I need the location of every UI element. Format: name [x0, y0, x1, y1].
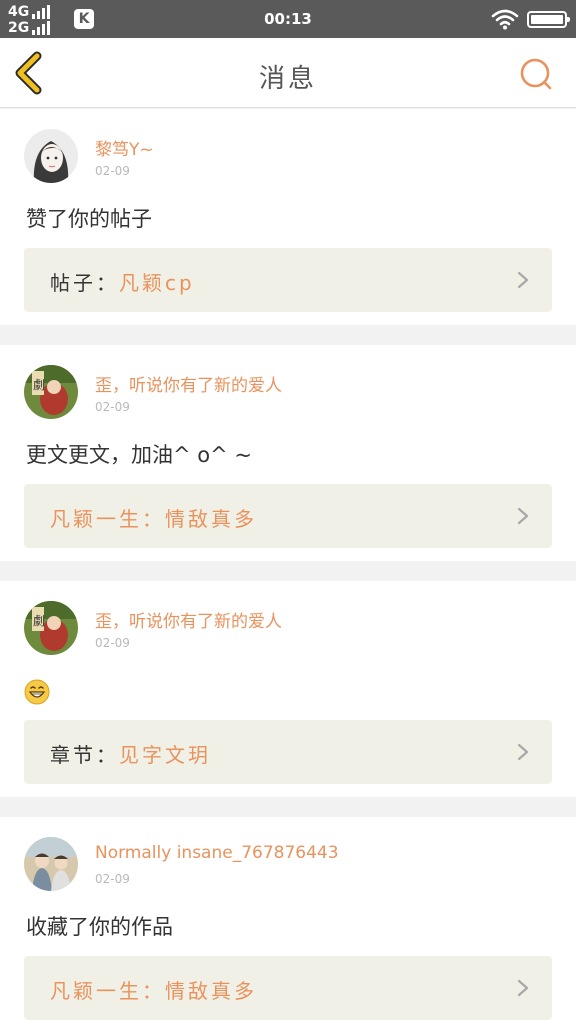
notification-message: 收藏了你的作品 — [26, 915, 173, 939]
user-avatar[interactable] — [24, 129, 78, 183]
notification-date: 02-09 — [95, 872, 130, 886]
search-icon[interactable] — [516, 54, 556, 94]
chapter-link-text: 章节：见字文玥 — [50, 739, 211, 768]
link-title: 见字文玥 — [119, 743, 211, 767]
notification-card: 黎笃Y~ 02-09 赞了你的帖子 帖子：凡颖cp — [0, 109, 576, 325]
chevron-right-icon — [517, 743, 529, 761]
svg-text:劇: 劇 — [33, 614, 45, 628]
post-link-text: 帖子：凡颖cp — [50, 267, 195, 296]
link-title: 凡颖一生：情敌真多 — [50, 507, 257, 531]
user-name[interactable]: 黎笃Y~ — [95, 135, 154, 160]
grinning-emoji-icon — [24, 679, 50, 705]
user-name[interactable]: 歪，听说你有了新的爱人 — [95, 607, 282, 632]
post-link[interactable]: 凡颖一生：情敌真多 — [24, 484, 552, 548]
link-prefix: 帖子： — [50, 271, 119, 295]
chapter-link[interactable]: 章节：见字文玥 — [24, 720, 552, 784]
user-name[interactable]: 歪，听说你有了新的爱人 — [95, 371, 282, 396]
work-link[interactable]: 凡颖一生：情敌真多 — [24, 956, 552, 1020]
svg-text:劇: 劇 — [33, 378, 45, 392]
nav-bar: 消息 — [0, 38, 576, 108]
link-title: 凡颖cp — [119, 271, 195, 295]
page-title: 消息 — [258, 64, 317, 94]
notification-date: 02-09 — [95, 164, 130, 178]
notification-message: 赞了你的帖子 — [26, 207, 152, 231]
link-title: 凡颖一生：情敌真多 — [50, 979, 257, 1003]
notification-message: 更文更文，加油^ o^ ~ — [26, 443, 252, 467]
chevron-right-icon — [517, 979, 529, 997]
link-prefix: 章节： — [50, 743, 119, 767]
battery-icon — [527, 11, 570, 28]
work-link-text: 凡颖一生：情敌真多 — [50, 975, 257, 1004]
user-avatar[interactable] — [24, 837, 78, 891]
notification-date: 02-09 — [95, 400, 130, 414]
chevron-right-icon — [517, 507, 529, 525]
notification-card: Normally insane_767876443 02-09 收藏了你的作品 … — [0, 817, 576, 1024]
post-link[interactable]: 帖子：凡颖cp — [24, 248, 552, 312]
wifi-icon — [491, 9, 519, 30]
chevron-right-icon — [517, 271, 529, 289]
notification-card: 劇 歪，听说你有了新的爱人 02-09 章节：见字文玥 — [0, 581, 576, 797]
post-link-text: 凡颖一生：情敌真多 — [50, 503, 257, 532]
notification-card: 劇 歪，听说你有了新的爱人 02-09 更文更文，加油^ o^ ~ 凡颖一生：情… — [0, 345, 576, 561]
status-bar: 4G 2G K 00:13 — [0, 0, 576, 38]
notification-date: 02-09 — [95, 636, 130, 650]
user-avatar[interactable]: 劇 — [24, 601, 78, 655]
user-name[interactable]: Normally insane_767876443 — [95, 843, 339, 863]
status-time: 00:13 — [264, 10, 312, 28]
user-avatar[interactable]: 劇 — [24, 365, 78, 419]
